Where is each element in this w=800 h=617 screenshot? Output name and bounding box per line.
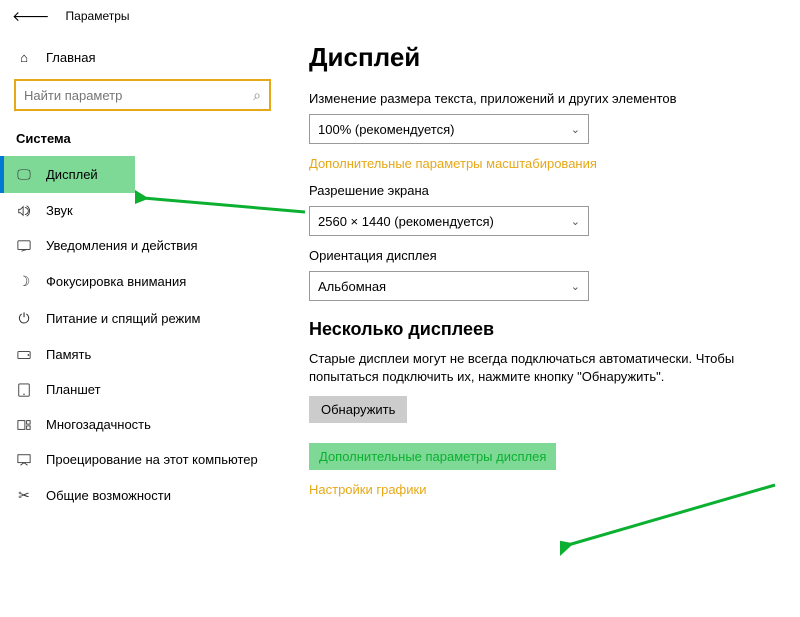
detect-button[interactable]: Обнаружить — [309, 396, 407, 423]
home-icon: ⌂ — [16, 50, 32, 65]
chevron-down-icon: ⌄ — [571, 215, 580, 228]
sidebar-item-label: Уведомления и действия — [46, 238, 198, 253]
focus-icon: ☽ — [16, 273, 32, 290]
projecting-icon — [16, 453, 32, 467]
sidebar-item-display[interactable]: 🖵 Дисплей — [0, 156, 135, 193]
resolution-dropdown[interactable]: 2560 × 1440 (рекомендуется) ⌄ — [309, 206, 589, 236]
scale-dropdown[interactable]: 100% (рекомендуется) ⌄ — [309, 114, 589, 144]
shared-icon: ✂ — [16, 487, 32, 504]
multi-displays-title: Несколько дисплеев — [309, 319, 776, 340]
multitasking-icon — [16, 418, 32, 432]
scale-value: 100% (рекомендуется) — [318, 122, 454, 137]
sidebar-item-storage[interactable]: Память — [0, 337, 285, 372]
advanced-scaling-link[interactable]: Дополнительные параметры масштабирования — [309, 156, 776, 171]
back-button[interactable]: 🡐 — [12, 8, 50, 25]
sidebar-item-shared[interactable]: ✂ Общие возможности — [0, 477, 285, 514]
tablet-icon — [16, 383, 32, 397]
page-title: Дисплей — [309, 42, 776, 73]
sidebar-item-power[interactable]: ⏻ Питание и спящий режим — [0, 300, 285, 337]
multi-displays-desc: Старые дисплеи могут не всегда подключат… — [309, 350, 776, 386]
sidebar-item-label: Звук — [46, 203, 73, 218]
search-box[interactable]: ⌕ — [14, 79, 271, 111]
orientation-label: Ориентация дисплея — [309, 248, 776, 263]
storage-icon — [16, 350, 32, 360]
power-icon: ⏻ — [16, 310, 32, 327]
sidebar-item-focus[interactable]: ☽ Фокусировка внимания — [0, 263, 285, 300]
sidebar-item-label: Проецирование на этот компьютер — [46, 452, 258, 467]
graphics-settings-link[interactable]: Настройки графики — [309, 482, 776, 497]
search-icon: ⌕ — [253, 87, 261, 104]
sidebar-item-projecting[interactable]: Проецирование на этот компьютер — [0, 442, 285, 477]
category-label: Система — [0, 125, 285, 156]
sidebar-item-label: Память — [46, 347, 91, 362]
sidebar-item-label: Дисплей — [46, 167, 98, 182]
sound-icon — [16, 204, 32, 218]
chevron-down-icon: ⌄ — [571, 123, 580, 136]
resolution-label: Разрешение экрана — [309, 183, 776, 198]
sidebar-item-label: Фокусировка внимания — [46, 274, 186, 289]
advanced-display-link[interactable]: Дополнительные параметры дисплея — [309, 443, 556, 470]
content-area: Дисплей Изменение размера текста, прилож… — [285, 32, 800, 617]
resolution-value: 2560 × 1440 (рекомендуется) — [318, 214, 494, 229]
sidebar-item-label: Многозадачность — [46, 417, 151, 432]
sidebar-item-tablet[interactable]: Планшет — [0, 372, 285, 407]
orientation-value: Альбомная — [318, 279, 386, 294]
app-title: Параметры — [66, 9, 130, 23]
sidebar-item-notifications[interactable]: Уведомления и действия — [0, 228, 285, 263]
sidebar: ⌂ Главная ⌕ Система 🖵 Дисплей Звук Уведо… — [0, 32, 285, 617]
search-input[interactable] — [24, 88, 253, 103]
home-button[interactable]: ⌂ Главная — [0, 42, 285, 73]
sidebar-item-label: Питание и спящий режим — [46, 311, 200, 326]
chevron-down-icon: ⌄ — [571, 280, 580, 293]
sidebar-item-label: Общие возможности — [46, 488, 171, 503]
orientation-dropdown[interactable]: Альбомная ⌄ — [309, 271, 589, 301]
display-icon: 🖵 — [16, 166, 32, 183]
sidebar-item-sound[interactable]: Звук — [0, 193, 285, 228]
home-label: Главная — [46, 50, 95, 65]
sidebar-item-label: Планшет — [46, 382, 101, 397]
sidebar-item-multitasking[interactable]: Многозадачность — [0, 407, 285, 442]
scale-label: Изменение размера текста, приложений и д… — [309, 91, 776, 106]
notifications-icon — [16, 239, 32, 253]
